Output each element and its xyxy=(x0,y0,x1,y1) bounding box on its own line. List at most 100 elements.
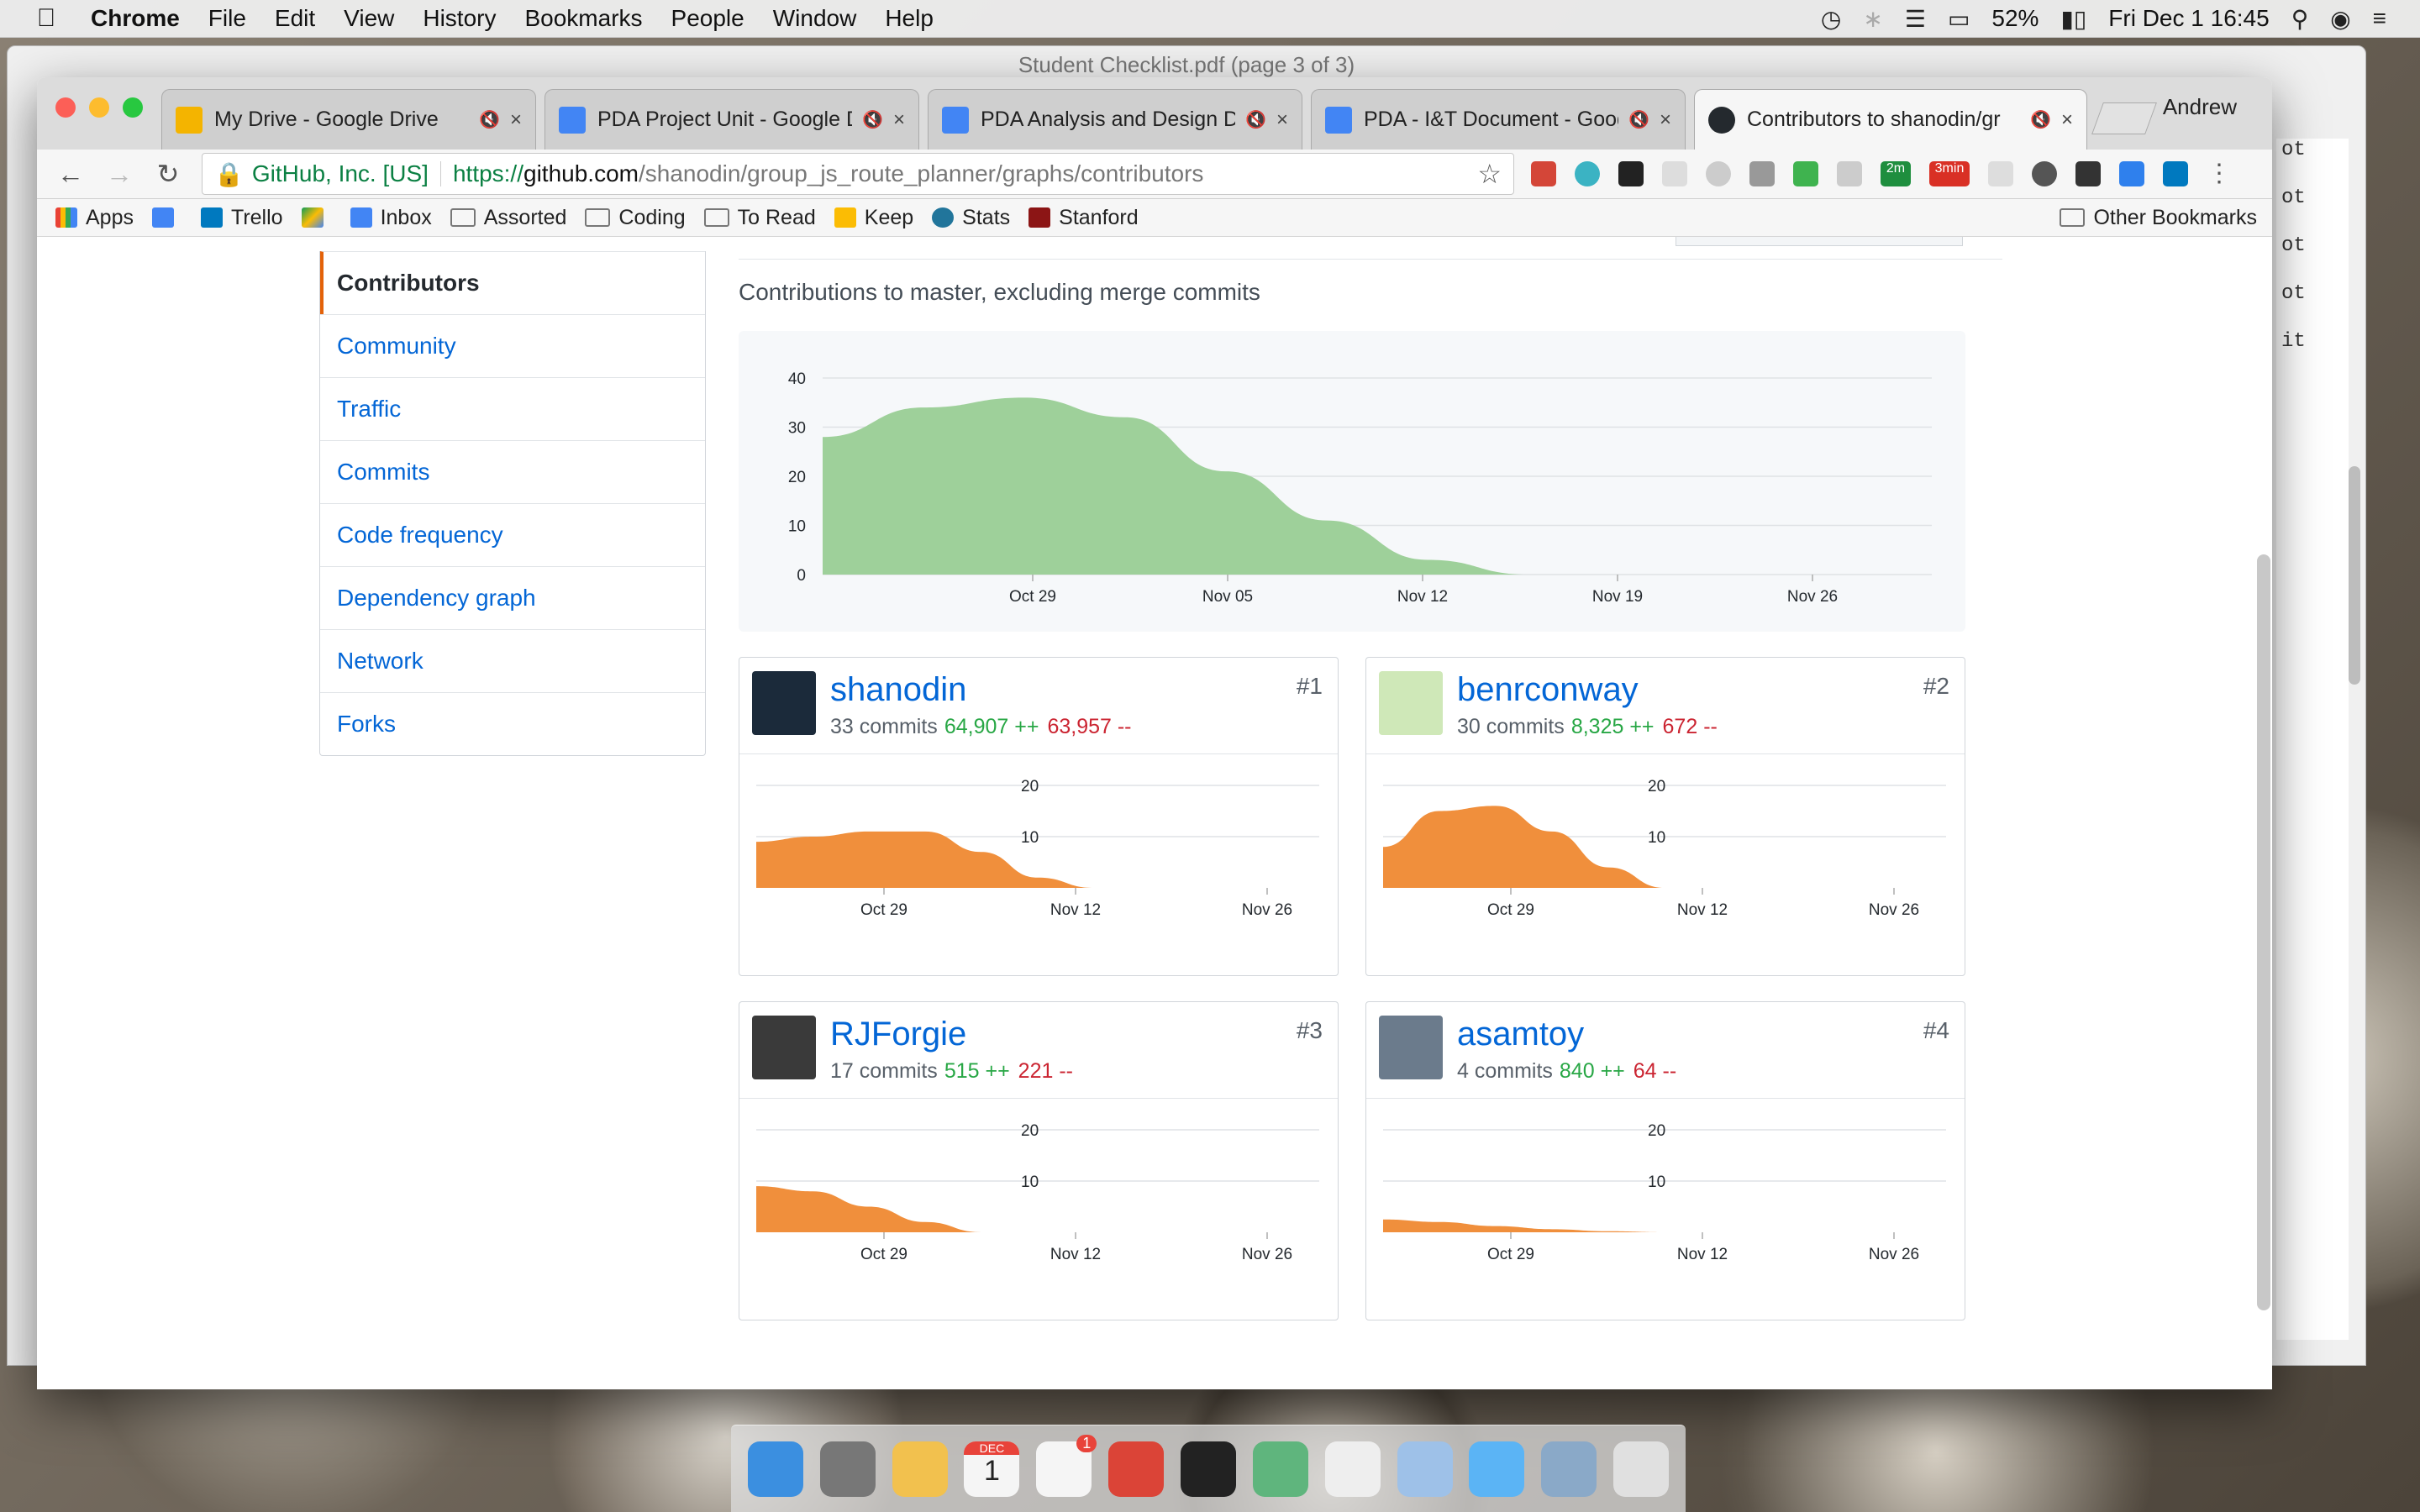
tab-contributors[interactable]: Contributors to shanodin/gr 🔇 × xyxy=(1694,89,2087,150)
close-tab-icon[interactable]: × xyxy=(1660,108,1671,132)
trello-extension-icon[interactable] xyxy=(2163,161,2188,186)
close-window-button[interactable] xyxy=(55,97,76,118)
zoom-window-button[interactable] xyxy=(123,97,143,118)
sidebar-item-commits[interactable]: Commits xyxy=(320,440,705,503)
mute-tab-icon[interactable]: 🔇 xyxy=(862,109,883,130)
atom-icon[interactable] xyxy=(1252,1441,1308,1497)
shield-extension-icon[interactable] xyxy=(1793,161,1818,186)
siri-icon[interactable]: ◉ xyxy=(2330,5,2350,33)
minimize-window-button[interactable] xyxy=(89,97,109,118)
airplay-icon[interactable]: ▭ xyxy=(1948,5,1970,33)
privacy-extension-icon[interactable] xyxy=(1837,161,1862,186)
sidebar-item-contributors[interactable]: Contributors xyxy=(320,251,705,314)
bookmark-drive[interactable] xyxy=(301,207,332,228)
s2-extension-icon[interactable] xyxy=(2119,161,2144,186)
bookmark-trello[interactable]: Trello xyxy=(200,206,283,230)
bookmark-inbox[interactable]: Inbox xyxy=(350,206,432,230)
reminders-icon[interactable]: 1 xyxy=(1036,1434,1097,1497)
momentum-extension-icon[interactable] xyxy=(1575,161,1600,186)
gmail-extension-icon[interactable] xyxy=(1531,161,1556,186)
bookmark-to-read[interactable]: To Read xyxy=(703,206,816,230)
menu-edit[interactable]: Edit xyxy=(275,5,315,32)
bookmark-coding[interactable]: Coding xyxy=(585,206,686,230)
new-tab-button[interactable] xyxy=(2091,102,2157,134)
bookmark-apps[interactable]: Apps xyxy=(55,206,134,230)
sidebar-item-traffic[interactable]: Traffic xyxy=(320,377,705,440)
contributor-name-link[interactable]: shanodin xyxy=(830,671,966,709)
menu-window[interactable]: Window xyxy=(773,5,857,32)
avatar[interactable] xyxy=(752,1016,816,1079)
back-button[interactable]: ← xyxy=(55,159,86,190)
terminal-icon[interactable] xyxy=(1180,1441,1236,1497)
mute-tab-icon[interactable]: 🔇 xyxy=(1245,109,1266,130)
bookmark-other[interactable]: Other Bookmarks xyxy=(2060,206,2257,230)
profile-button[interactable]: Andrew xyxy=(2163,94,2237,120)
slack-icon[interactable] xyxy=(1324,1441,1381,1497)
bookmark-stanford[interactable]: Stanford xyxy=(1028,206,1139,230)
time-machine-icon[interactable]: ◷ xyxy=(1821,5,1841,33)
forward-button[interactable]: → xyxy=(104,159,134,190)
t-extension-icon[interactable] xyxy=(2075,161,2101,186)
sidebar-item-code-frequency[interactable]: Code frequency xyxy=(320,503,705,566)
battery-icon[interactable]: ▮▯ xyxy=(2060,5,2086,33)
battery-percent[interactable]: 52% xyxy=(1991,5,2039,32)
menu-view[interactable]: View xyxy=(344,5,394,32)
tab-pda-it-document[interactable]: PDA - I&T Document - Goog 🔇 × xyxy=(1311,89,1686,150)
period-select-button[interactable] xyxy=(1676,237,1963,246)
system-preferences-icon[interactable] xyxy=(819,1441,876,1497)
close-tab-icon[interactable]: × xyxy=(510,108,522,132)
chrome-icon[interactable] xyxy=(1108,1441,1165,1497)
sidebar-item-network[interactable]: Network xyxy=(320,629,705,692)
page-scrollbar[interactable] xyxy=(2257,554,2270,1310)
mute-tab-icon[interactable]: 🔇 xyxy=(479,109,500,130)
sidebar-item-community[interactable]: Community xyxy=(320,314,705,377)
sidebar-item-forks[interactable]: Forks xyxy=(320,692,705,755)
chrome-menu-icon[interactable]: ⋮ xyxy=(2207,161,2232,186)
doc-extension-icon[interactable] xyxy=(1662,161,1687,186)
lock-icon[interactable]: 🔒 xyxy=(214,160,244,188)
bookmark-star-icon[interactable]: ☆ xyxy=(1477,158,1502,190)
bluetooth-icon[interactable]: ∗ xyxy=(1863,5,1882,33)
contributor-name-link[interactable]: RJForgie xyxy=(830,1016,966,1053)
bookmark-keep[interactable]: Keep xyxy=(834,206,913,230)
mute-tab-icon[interactable]: 🔇 xyxy=(1628,109,1649,130)
reload-button[interactable]: ↻ xyxy=(153,158,183,190)
bookmark-stats[interactable]: Stats xyxy=(932,206,1010,230)
menu-app-name[interactable]: Chrome xyxy=(91,5,180,32)
messages-icon[interactable] xyxy=(1469,1441,1525,1497)
avatar[interactable] xyxy=(752,671,816,735)
menu-clock[interactable]: Fri Dec 1 16:45 xyxy=(2108,5,2269,32)
avatar[interactable] xyxy=(1379,1016,1443,1079)
preview-icon[interactable] xyxy=(1397,1441,1453,1497)
address-bar[interactable]: 🔒 GitHub, Inc. [US] https:// github.com … xyxy=(202,153,1514,195)
bookmark-calendar[interactable] xyxy=(151,207,182,228)
timer-badge-2m[interactable]: 2m xyxy=(1881,161,1911,186)
textedit-icon[interactable] xyxy=(892,1441,948,1497)
close-tab-icon[interactable]: × xyxy=(1276,108,1288,132)
avatar[interactable] xyxy=(1379,671,1443,735)
tab-pda-analysis[interactable]: PDA Analysis and Design Do 🔇 × xyxy=(928,89,1302,150)
contributor-name-link[interactable]: benrconway xyxy=(1457,671,1639,709)
finder-icon[interactable] xyxy=(747,1441,803,1497)
menu-people[interactable]: People xyxy=(671,5,744,32)
menu-file[interactable]: File xyxy=(208,5,246,32)
ev-certificate-name[interactable]: GitHub, Inc. [US] xyxy=(252,160,429,187)
menu-bookmarks[interactable]: Bookmarks xyxy=(524,5,642,32)
contributor-name-link[interactable]: asamtoy xyxy=(1457,1016,1584,1053)
menu-help[interactable]: Help xyxy=(885,5,934,32)
mute-tab-icon[interactable]: 🔇 xyxy=(2030,109,2051,130)
w-extension-icon[interactable] xyxy=(1749,161,1775,186)
tab-pda-project-unit[interactable]: PDA Project Unit - Google D 🔇 × xyxy=(544,89,919,150)
tab-my-drive[interactable]: My Drive - Google Drive 🔇 × xyxy=(161,89,536,150)
photos-icon[interactable] xyxy=(1541,1441,1597,1497)
apple-menu-icon[interactable]:  xyxy=(22,4,71,33)
notification-center-icon[interactable]: ≡ xyxy=(2373,5,2386,32)
calendar-icon[interactable]: DEC 1 xyxy=(964,1441,1020,1497)
sound-extension-icon[interactable] xyxy=(2032,161,2057,186)
close-tab-icon[interactable]: × xyxy=(2061,108,2073,132)
close-tab-icon[interactable]: × xyxy=(893,108,905,132)
timer-badge-3min[interactable]: 3min xyxy=(1929,161,1970,186)
trash-icon[interactable] xyxy=(1613,1441,1670,1497)
menu-history[interactable]: History xyxy=(423,5,496,32)
buffer-extension-icon[interactable] xyxy=(1618,161,1644,186)
